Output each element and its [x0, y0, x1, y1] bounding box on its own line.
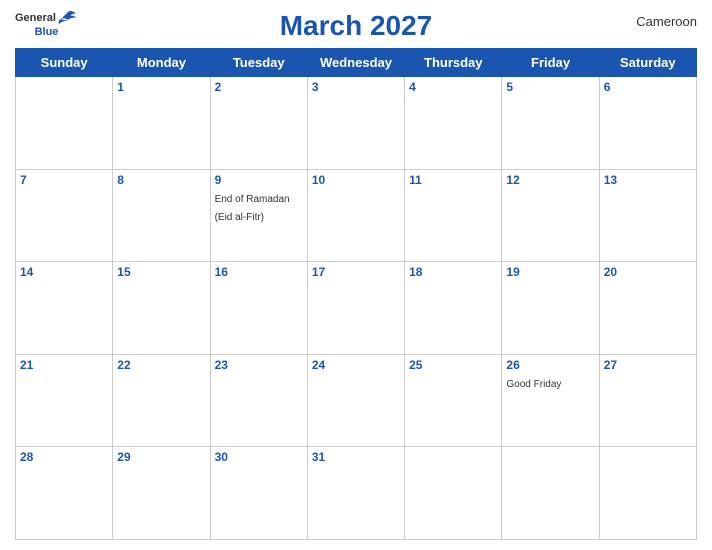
- day-number: 26: [506, 358, 594, 372]
- weekday-header-monday: Monday: [113, 49, 210, 77]
- calendar-cell: 2: [210, 77, 307, 170]
- day-number: 20: [604, 265, 692, 279]
- calendar-cell: [16, 77, 113, 170]
- calendar-cell: 16: [210, 262, 307, 355]
- calendar-cell: 13: [599, 169, 696, 262]
- day-number: 3: [312, 80, 400, 94]
- calendar-cell: 5: [502, 77, 599, 170]
- calendar-cell: [405, 447, 502, 540]
- weekday-header-tuesday: Tuesday: [210, 49, 307, 77]
- calendar-cell: 30: [210, 447, 307, 540]
- day-number: 4: [409, 80, 497, 94]
- calendar-cell: 26 Good Friday: [502, 354, 599, 447]
- weekday-header-thursday: Thursday: [405, 49, 502, 77]
- calendar-cell: 9 End of Ramadan (Eid al-Fitr): [210, 169, 307, 262]
- calendar-cell: 22: [113, 354, 210, 447]
- day-number: 11: [409, 173, 497, 187]
- calendar-cell: 8: [113, 169, 210, 262]
- logo-bird-icon: [58, 10, 78, 26]
- page-title: March 2027: [280, 10, 433, 42]
- calendar-cell: 29: [113, 447, 210, 540]
- calendar-cell: 21: [16, 354, 113, 447]
- calendar-cell: [502, 447, 599, 540]
- day-number: 29: [117, 450, 205, 464]
- calendar-cell: 27: [599, 354, 696, 447]
- calendar-cell: 28: [16, 447, 113, 540]
- day-number: 14: [20, 265, 108, 279]
- week-row-4: 21 22 23 24 25 26 Good Friday 27: [16, 354, 697, 447]
- calendar-cell: [599, 447, 696, 540]
- calendar-cell: 10: [307, 169, 404, 262]
- day-number: 19: [506, 265, 594, 279]
- logo-general-text: General: [15, 12, 56, 24]
- weekday-header-friday: Friday: [502, 49, 599, 77]
- day-number: 13: [604, 173, 692, 187]
- day-number: 17: [312, 265, 400, 279]
- day-number: 31: [312, 450, 400, 464]
- weekday-header-saturday: Saturday: [599, 49, 696, 77]
- day-number: 25: [409, 358, 497, 372]
- calendar-cell: 17: [307, 262, 404, 355]
- event-label: End of Ramadan (Eid al-Fitr): [215, 194, 290, 223]
- day-number: 16: [215, 265, 303, 279]
- calendar-cell: 15: [113, 262, 210, 355]
- event-label: Good Friday: [506, 379, 561, 390]
- day-number: 18: [409, 265, 497, 279]
- day-number: 5: [506, 80, 594, 94]
- calendar-cell: 20: [599, 262, 696, 355]
- day-number: 7: [20, 173, 108, 187]
- calendar-cell: 12: [502, 169, 599, 262]
- weekday-header-row: SundayMondayTuesdayWednesdayThursdayFrid…: [16, 49, 697, 77]
- logo-blue-text: Blue: [35, 26, 59, 38]
- week-row-3: 14 15 16 17 18 19 20: [16, 262, 697, 355]
- calendar-cell: 25: [405, 354, 502, 447]
- calendar-cell: 23: [210, 354, 307, 447]
- calendar-cell: 4: [405, 77, 502, 170]
- calendar-cell: 7: [16, 169, 113, 262]
- week-row-5: 28 29 30 31: [16, 447, 697, 540]
- calendar-header: General Blue March 2027 Cameroon: [15, 10, 697, 42]
- day-number: 9: [215, 173, 303, 187]
- week-row-2: 789 End of Ramadan (Eid al-Fitr) 10 11 12 13: [16, 169, 697, 262]
- day-number: 15: [117, 265, 205, 279]
- day-number: 23: [215, 358, 303, 372]
- day-number: 8: [117, 173, 205, 187]
- day-number: 1: [117, 80, 205, 94]
- calendar-cell: 11: [405, 169, 502, 262]
- weekday-header-sunday: Sunday: [16, 49, 113, 77]
- calendar-cell: 1: [113, 77, 210, 170]
- day-number: 6: [604, 80, 692, 94]
- country-label: Cameroon: [636, 14, 697, 29]
- calendar-cell: 3: [307, 77, 404, 170]
- weekday-header-wednesday: Wednesday: [307, 49, 404, 77]
- day-number: 30: [215, 450, 303, 464]
- day-number: 24: [312, 358, 400, 372]
- calendar-cell: 24: [307, 354, 404, 447]
- calendar-table: SundayMondayTuesdayWednesdayThursdayFrid…: [15, 48, 697, 540]
- day-number: 2: [215, 80, 303, 94]
- day-number: 27: [604, 358, 692, 372]
- calendar-cell: 6: [599, 77, 696, 170]
- week-row-1: 123456: [16, 77, 697, 170]
- day-number: 10: [312, 173, 400, 187]
- day-number: 22: [117, 358, 205, 372]
- day-number: 28: [20, 450, 108, 464]
- day-number: 12: [506, 173, 594, 187]
- day-number: 21: [20, 358, 108, 372]
- calendar-cell: 19: [502, 262, 599, 355]
- calendar-cell: 31: [307, 447, 404, 540]
- logo: General Blue: [15, 10, 78, 38]
- calendar-cell: 18: [405, 262, 502, 355]
- calendar-cell: 14: [16, 262, 113, 355]
